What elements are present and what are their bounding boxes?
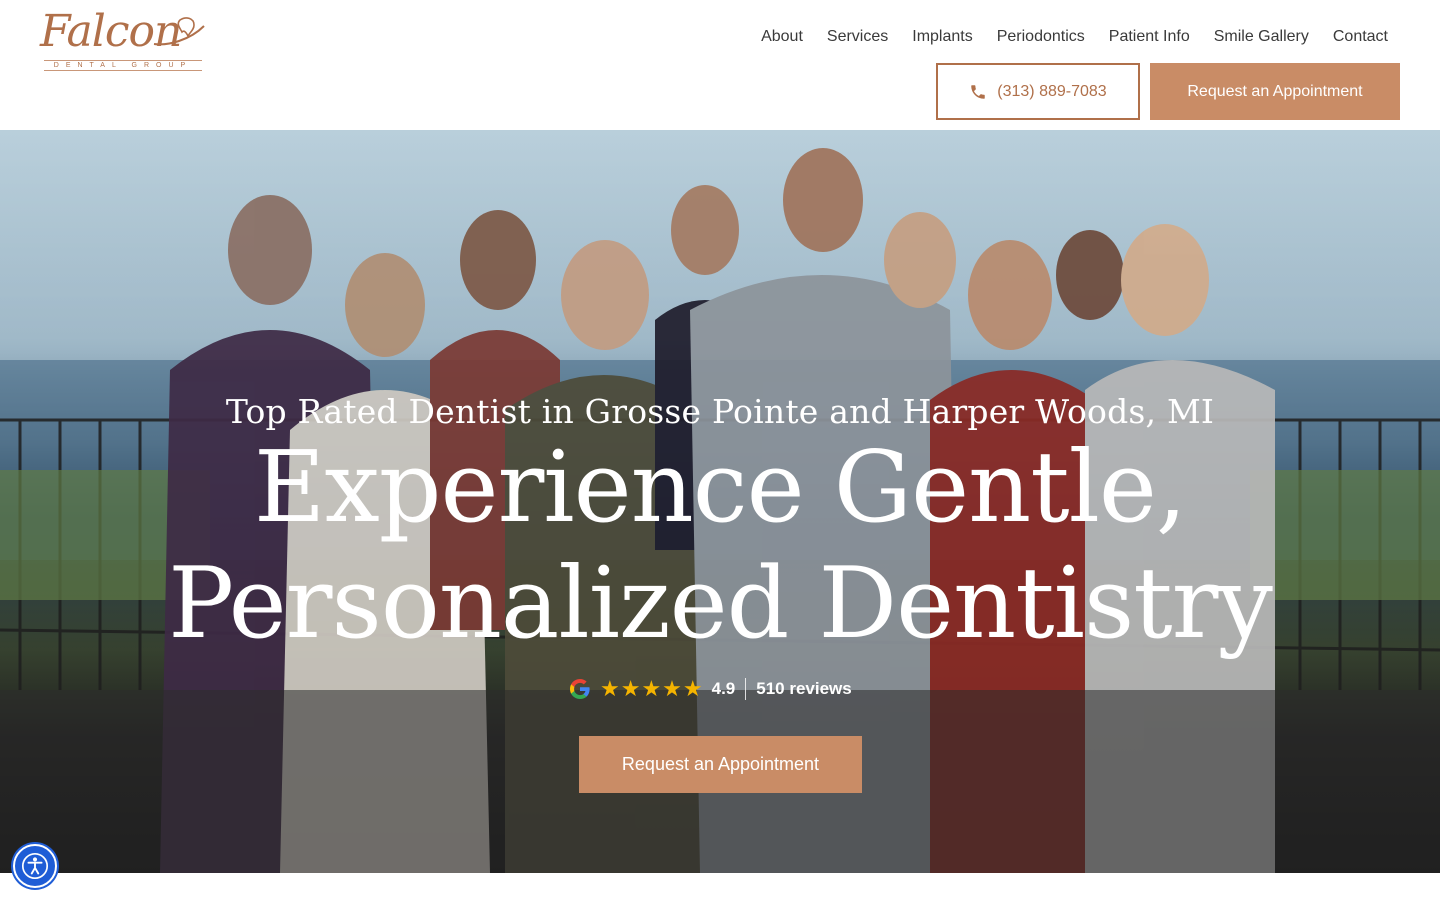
hero-request-appointment-button[interactable]: Request an Appointment: [579, 736, 862, 793]
main-nav: About Services Implants Periodontics Pat…: [749, 26, 1400, 48]
phone-icon: [971, 84, 986, 99]
request-appointment-button[interactable]: Request an Appointment: [1150, 63, 1400, 120]
hero-eyebrow: Top Rated Dentist in Grosse Pointe and H…: [225, 392, 1215, 431]
star-rating-icon: ★★★★★: [600, 676, 704, 701]
nav-item-periodontics[interactable]: Periodontics: [985, 26, 1097, 48]
google-icon: [570, 679, 590, 699]
site-header: Falcon DENTAL GROUP About Services Impla…: [0, 0, 1440, 130]
nav-item-implants[interactable]: Implants: [900, 26, 984, 48]
rating-review-count: 510 reviews: [756, 679, 852, 698]
rating-score: 4.9: [711, 679, 736, 698]
nav-item-patient-info[interactable]: Patient Info: [1097, 26, 1202, 48]
rating-divider: [745, 678, 747, 700]
nav-item-services[interactable]: Services: [815, 26, 900, 48]
nav-item-smile-gallery[interactable]: Smile Gallery: [1202, 26, 1321, 48]
accessibility-button[interactable]: [13, 844, 57, 888]
nav-item-contact[interactable]: Contact: [1321, 26, 1400, 48]
hero-section: Top Rated Dentist in Grosse Pointe and H…: [0, 130, 1440, 873]
nav-item-about[interactable]: About: [749, 26, 815, 48]
hero-title: Experience Gentle, Personalized Dentistr…: [0, 430, 1440, 662]
hero-title-line1: Experience Gentle,: [253, 431, 1187, 545]
phone-number: (313) 889-7083: [997, 82, 1107, 100]
google-rating[interactable]: ★★★★★ 4.9 510 reviews: [568, 676, 852, 702]
hero-title-line2: Personalized Dentistry: [168, 547, 1273, 661]
falcon-logo[interactable]: Falcon DENTAL GROUP: [38, 6, 210, 74]
phone-button[interactable]: (313) 889-7083: [936, 63, 1140, 120]
logo-tagline: DENTAL GROUP: [44, 60, 202, 71]
accessibility-icon: [21, 852, 49, 880]
tooth-swoosh-icon: [153, 17, 205, 46]
